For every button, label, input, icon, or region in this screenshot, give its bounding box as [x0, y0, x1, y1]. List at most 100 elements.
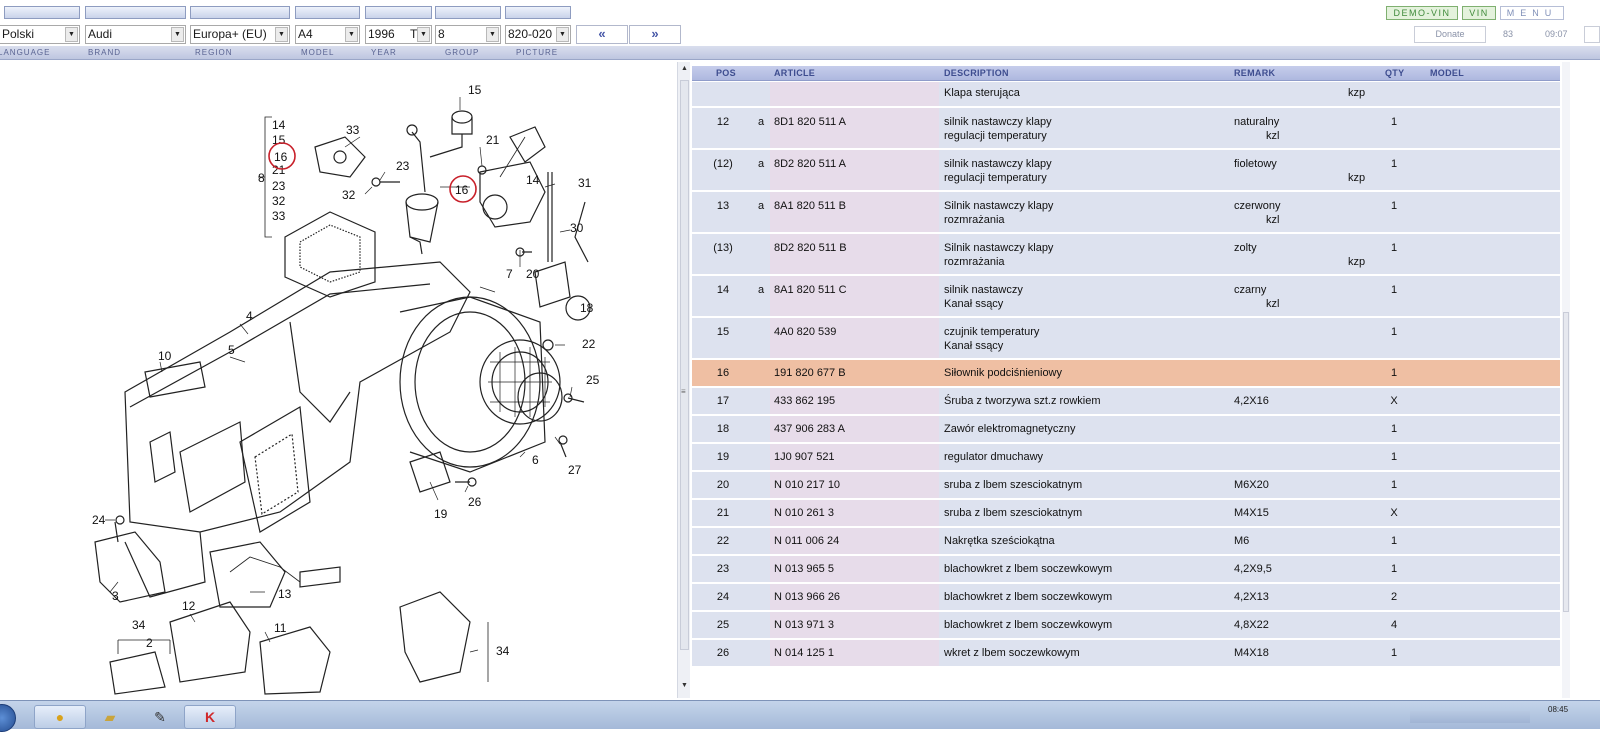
- row-variant: a: [758, 116, 765, 128]
- callout-16-highlight-b[interactable]: 16: [455, 183, 469, 197]
- scroll-down-icon[interactable]: ▼: [681, 682, 688, 689]
- tab-stub-language[interactable]: [4, 6, 80, 19]
- row-description: Zawór elektromagnetyczny: [944, 423, 1076, 435]
- table-row[interactable]: 20 N 010 217 10 sruba z lbem szesciokatnym…: [692, 472, 1560, 500]
- extra-box[interactable]: [1584, 26, 1600, 43]
- chevron-down-icon[interactable]: ▼: [345, 27, 358, 42]
- callout-26: 26: [468, 495, 482, 509]
- row-pos: 26: [716, 647, 730, 659]
- row-qty: 1: [1390, 451, 1398, 463]
- table-scrollbar[interactable]: [1562, 62, 1570, 698]
- model-select[interactable]: A4 ▼: [295, 25, 360, 44]
- col-remark[interactable]: REMARK: [1234, 68, 1275, 78]
- taskbar: ● ▰ ✎ K 08:45: [0, 700, 1600, 732]
- row-qty: 2: [1390, 591, 1398, 603]
- year-value: 1996: [368, 27, 395, 41]
- scroll-thumb[interactable]: [1563, 312, 1569, 612]
- language-select[interactable]: Polski ▼: [0, 25, 80, 44]
- tab-stub-brand[interactable]: [85, 6, 186, 19]
- col-model[interactable]: MODEL: [1430, 68, 1464, 78]
- row-remark-2: kzl: [1266, 130, 1280, 142]
- vin-button[interactable]: VIN: [1462, 6, 1496, 20]
- table-row-partial[interactable]: Klapa sterująca kzp: [692, 82, 1560, 108]
- chevron-down-icon[interactable]: ▼: [556, 27, 569, 42]
- row-pos: 21: [716, 507, 730, 519]
- demo-vin-button[interactable]: DEMO-VIN: [1386, 6, 1458, 20]
- chevron-down-icon[interactable]: ▼: [417, 27, 430, 42]
- row-description: sruba z lbem szesciokatnym: [944, 507, 1083, 519]
- parts-table: POS ARTICLE DESCRIPTION REMARK QTY MODEL…: [692, 62, 1600, 698]
- table-row[interactable]: 16 191 820 677 B Siłownik podciśnieniowy 1: [692, 360, 1560, 388]
- brand-select[interactable]: Audi ▼: [85, 25, 186, 44]
- app-k-icon[interactable]: K: [184, 705, 236, 729]
- model-value: A4: [298, 27, 313, 41]
- table-row[interactable]: 21 N 010 261 3 sruba z lbem szesciokatnym M…: [692, 500, 1560, 528]
- scroll-up-icon[interactable]: ▲: [681, 65, 688, 72]
- tab-stub-picture[interactable]: [505, 6, 571, 19]
- table-row[interactable]: 22 N 011 006 24 Nakrętka sześciokątna M6 1: [692, 528, 1560, 556]
- chevron-down-icon[interactable]: ▼: [275, 27, 288, 42]
- table-row[interactable]: 19 1J0 907 521 regulator dmuchawy 1: [692, 444, 1560, 472]
- callout-4: 4: [246, 309, 253, 323]
- diagram-scrollbar[interactable]: ▲ ≡ ▼: [677, 62, 690, 698]
- folder-icon[interactable]: ▰: [84, 705, 136, 729]
- year-select[interactable]: 1996 T ▼: [365, 25, 432, 44]
- col-qty[interactable]: QTY: [1385, 68, 1404, 78]
- callout-25: 25: [586, 373, 600, 387]
- row-remark-2-right: kzp: [1348, 256, 1366, 268]
- row-description: wkret z lbem soczewkowym: [944, 647, 1080, 659]
- table-row[interactable]: 17 433 862 195 Śruba z tworzywa szt.z rowk…: [692, 388, 1560, 416]
- label-language: LANGUAGE: [0, 48, 51, 57]
- table-row[interactable]: 26 N 014 125 1 wkret z lbem soczewkowym M4X…: [692, 640, 1560, 668]
- table-row[interactable]: (12) a 8D2 820 511 A silnik nastawczy klapy…: [692, 150, 1560, 192]
- col-article[interactable]: ARTICLE: [774, 68, 815, 78]
- row-qty: 1: [1390, 284, 1398, 296]
- picture-select[interactable]: 820-020 ▼: [505, 25, 571, 44]
- next-picture-button[interactable]: »: [629, 25, 681, 44]
- table-row[interactable]: 13 a 8A1 820 511 B Silnik nastawczy klapy ro…: [692, 192, 1560, 234]
- parts-diagram[interactable]: 14 15 21 23 32 33 8 15 33 21 23 32 14 31…: [0, 62, 676, 698]
- table-row[interactable]: 24 N 013 966 26 blachowkret z lbem soczewk…: [692, 584, 1560, 612]
- donate-button[interactable]: Donate: [1414, 26, 1486, 43]
- row-pos: 18: [716, 423, 730, 435]
- row-article: 8D2 820 511 A: [774, 158, 846, 170]
- region-select[interactable]: Europa+ (EU) ▼: [190, 25, 290, 44]
- table-row[interactable]: (13) 8D2 820 511 B Silnik nastawczy klapy r…: [692, 234, 1560, 276]
- chevron-down-icon[interactable]: ▼: [65, 27, 78, 42]
- table-row[interactable]: 18 437 906 283 A Zawór elektromagnetyczny 1: [692, 416, 1560, 444]
- chevron-down-icon[interactable]: ▼: [486, 27, 499, 42]
- table-row[interactable]: 15 4A0 820 539 czujnik temperatury Kanał ss…: [692, 318, 1560, 360]
- prev-picture-button[interactable]: «: [576, 25, 628, 44]
- tab-stub-region[interactable]: [190, 6, 290, 19]
- start-button[interactable]: [0, 704, 16, 732]
- row-remark: M6X20: [1234, 479, 1269, 491]
- row-remark: fioletowy: [1234, 158, 1277, 170]
- label-model: MODEL: [301, 48, 335, 57]
- table-row[interactable]: 25 N 013 971 3 blachowkret z lbem soczewko…: [692, 612, 1560, 640]
- menu-button[interactable]: MENU: [1500, 6, 1564, 20]
- tab-stub-group[interactable]: [435, 6, 501, 19]
- taskbar-app-icon[interactable]: ●: [34, 705, 86, 729]
- col-description[interactable]: DESCRIPTION: [944, 68, 1009, 78]
- callout-32b: 32: [342, 188, 356, 202]
- row-pos: 20: [716, 479, 730, 491]
- callout-14: 14: [272, 118, 286, 132]
- pen-icon[interactable]: ✎: [134, 705, 186, 729]
- grip-icon[interactable]: ≡: [681, 387, 686, 396]
- row-description: Siłownik podciśnieniowy: [944, 367, 1063, 379]
- callout-16-highlight[interactable]: 16: [274, 150, 288, 164]
- group-select[interactable]: 8 ▼: [435, 25, 501, 44]
- scroll-thumb[interactable]: [680, 80, 689, 650]
- table-row[interactable]: 23 N 013 965 5 blachowkret z lbem soczewko…: [692, 556, 1560, 584]
- row-qty: 1: [1390, 116, 1398, 128]
- chevron-down-icon[interactable]: ▼: [171, 27, 184, 42]
- row-pos: 25: [716, 619, 730, 631]
- label-region: REGION: [195, 48, 233, 57]
- row-remark: 4,2X9,5: [1234, 563, 1272, 575]
- table-row[interactable]: 12 a 8D1 820 511 A silnik nastawczy klapy re…: [692, 108, 1560, 150]
- tab-stub-model[interactable]: [295, 6, 360, 19]
- group-value: 8: [438, 27, 445, 41]
- tab-stub-year[interactable]: [365, 6, 432, 19]
- table-row[interactable]: 14 a 8A1 820 511 C silnik nastawczy Kanał ss…: [692, 276, 1560, 318]
- col-pos[interactable]: POS: [716, 68, 736, 78]
